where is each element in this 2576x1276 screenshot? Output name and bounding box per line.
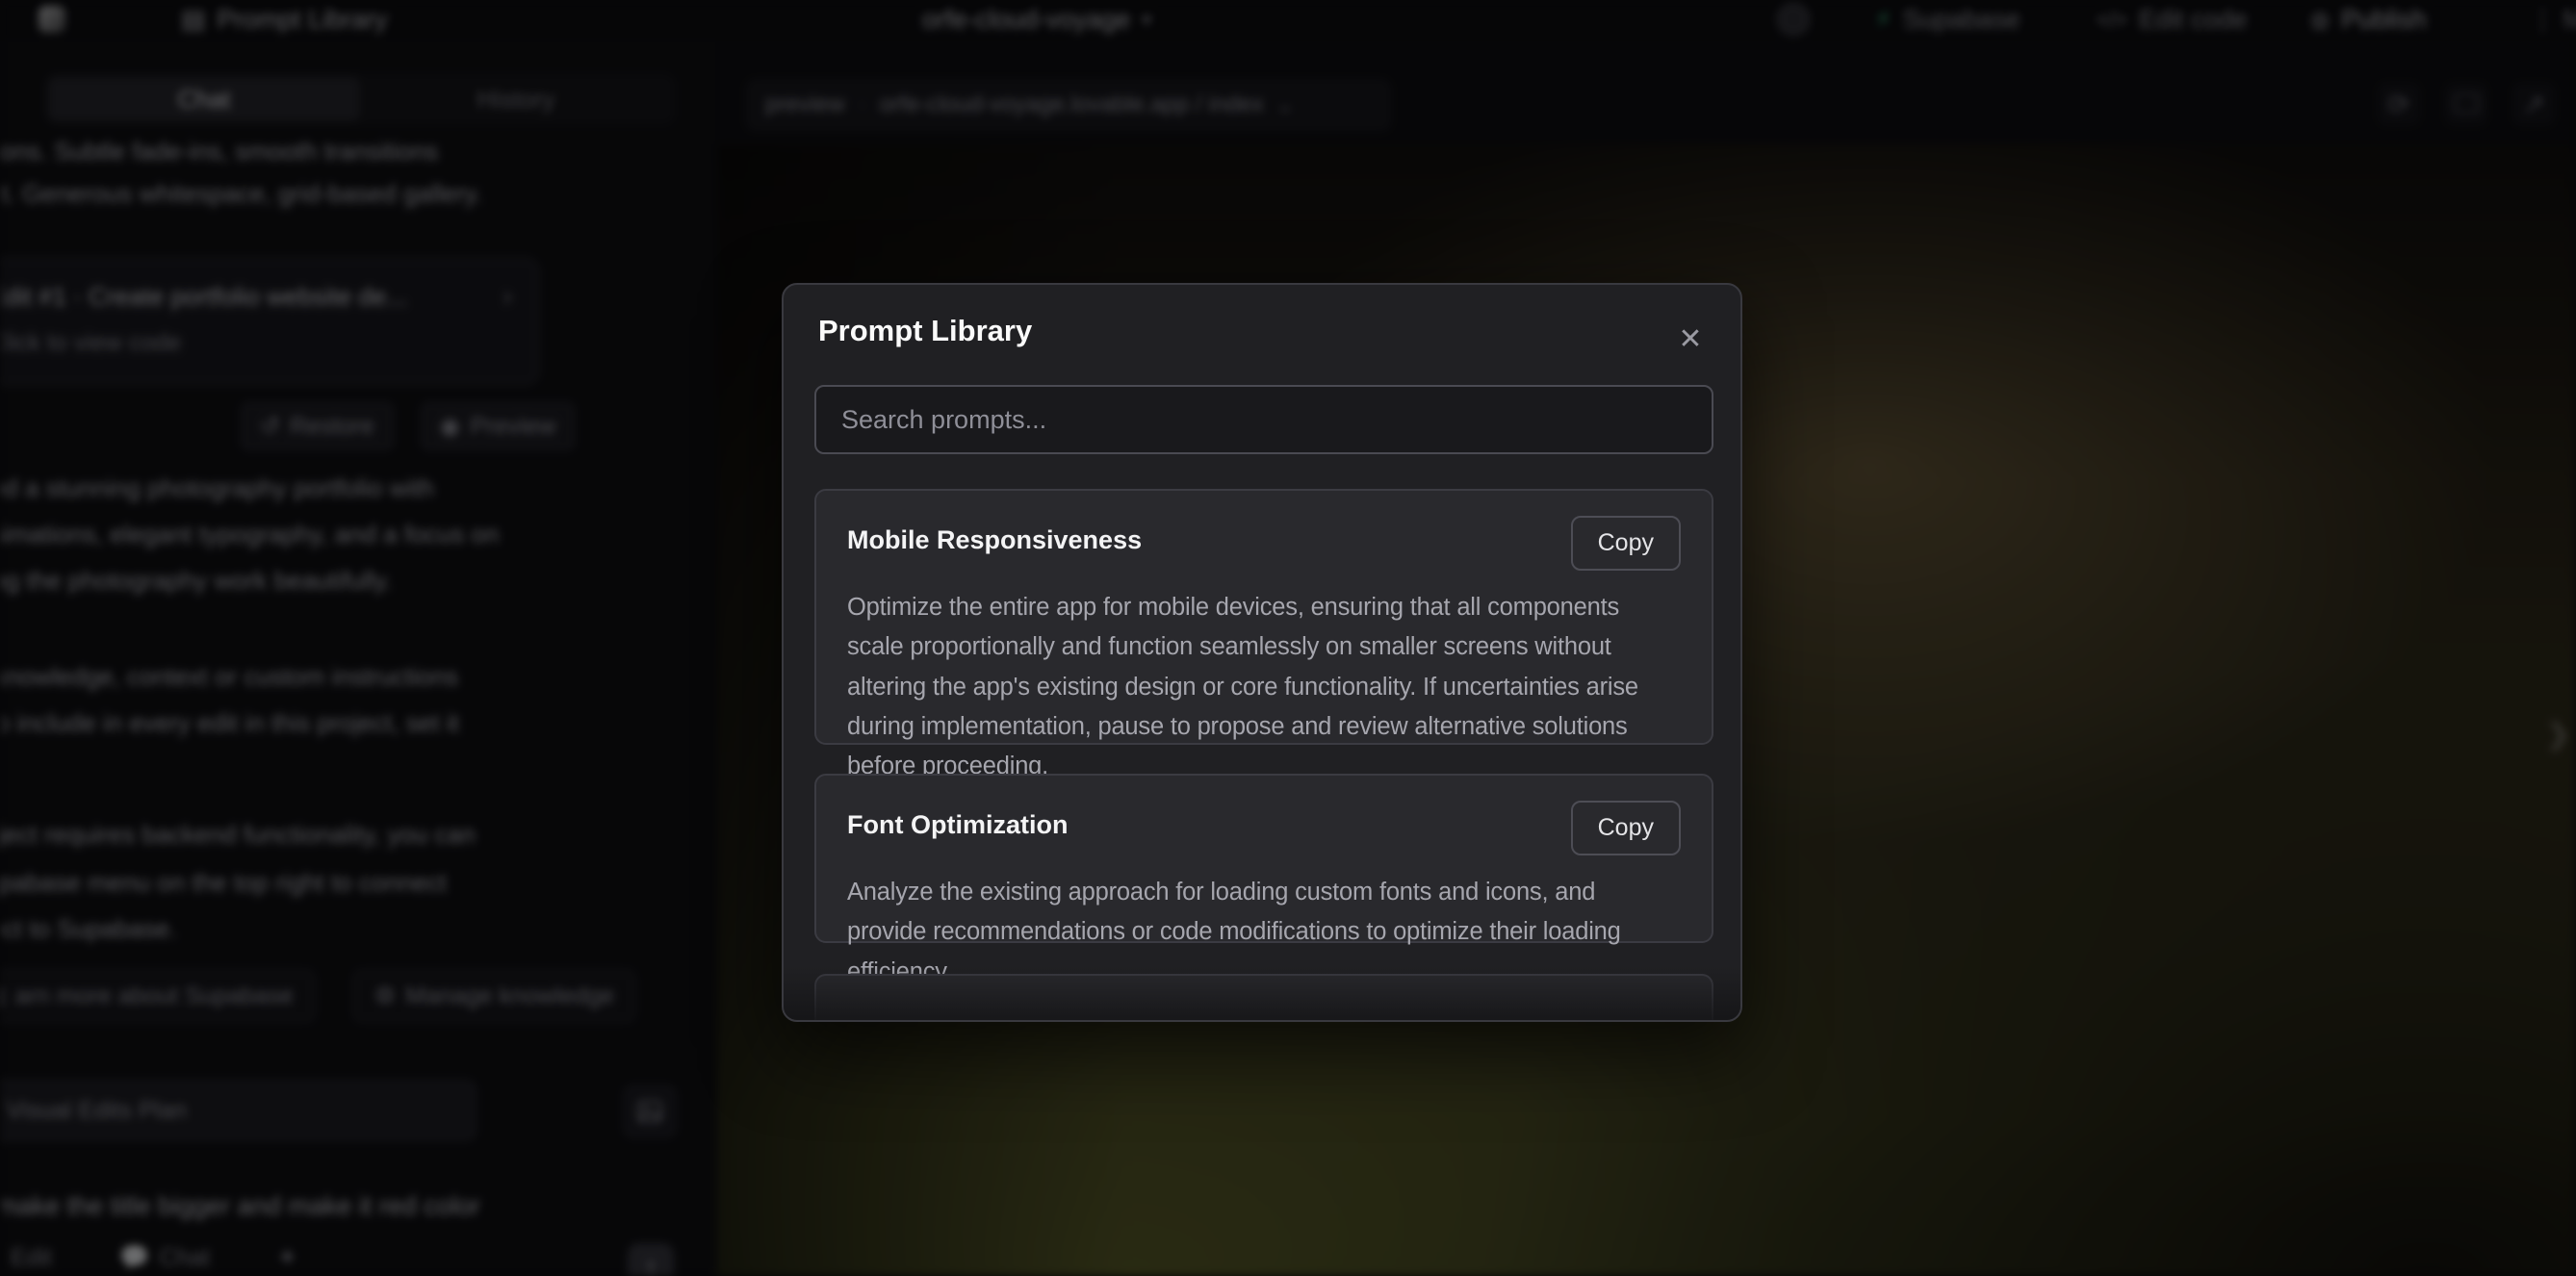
prompt-library-modal: Prompt Library ✕ Mobile Responsiveness C… [782,283,1742,1022]
prompt-card: Mobile Responsiveness Copy Optimize the … [814,489,1713,745]
modal-title: Prompt Library [818,314,1032,348]
prompt-card-description: Optimize the entire app for mobile devic… [847,588,1681,786]
close-button[interactable]: ✕ [1669,318,1712,360]
close-icon: ✕ [1678,322,1702,356]
app-window: ▤ Prompt Library orfe-cloud-voyage ▾ ⚡ S… [0,0,2576,1276]
copy-button[interactable]: Copy [1571,801,1681,855]
copy-button[interactable]: Copy [1571,516,1681,571]
modal-bottom-fade [784,966,1740,1020]
prompt-card: Font Optimization Copy Analyze the exist… [814,774,1713,943]
search-input[interactable] [814,385,1713,454]
prompt-card-title: Font Optimization [847,801,1068,840]
prompt-card-title: Mobile Responsiveness [847,516,1142,555]
